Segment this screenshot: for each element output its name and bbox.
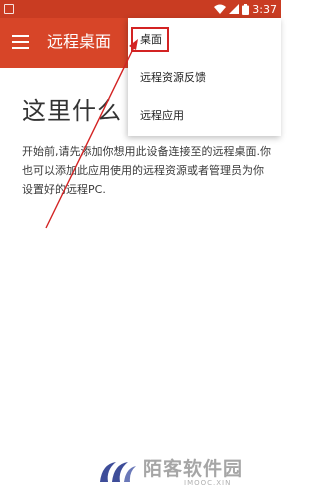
status-time: 3:37 <box>252 2 277 16</box>
watermark-subtitle: IMOOC.XIN <box>184 479 232 487</box>
signal-icon <box>229 4 240 14</box>
status-bar: 3:37 <box>0 0 281 18</box>
status-icons: 3:37 <box>214 0 277 18</box>
empty-state-title: 这里什么 <box>22 97 122 125</box>
empty-state-description: 开始前,请先添加你想用此设备连接至的远程桌面.你也可以添加此应用使用的远程资源或… <box>22 145 271 196</box>
app-title: 远程桌面 <box>47 32 112 51</box>
notification-icon <box>4 4 14 14</box>
menu-item-remote-app[interactable]: 远程应用 <box>140 108 184 124</box>
watermark: 陌客软件园 IMOOC.XIN <box>96 452 281 496</box>
hamburger-menu-icon[interactable] <box>12 34 29 50</box>
wifi-icon <box>214 4 227 14</box>
watermark-logo-icon <box>100 462 136 482</box>
highlight-annotation-box <box>131 27 169 52</box>
menu-item-remote-resource-feed[interactable]: 远程资源反馈 <box>140 70 206 86</box>
watermark-name: 陌客软件园 <box>143 458 244 480</box>
battery-icon <box>242 3 250 15</box>
